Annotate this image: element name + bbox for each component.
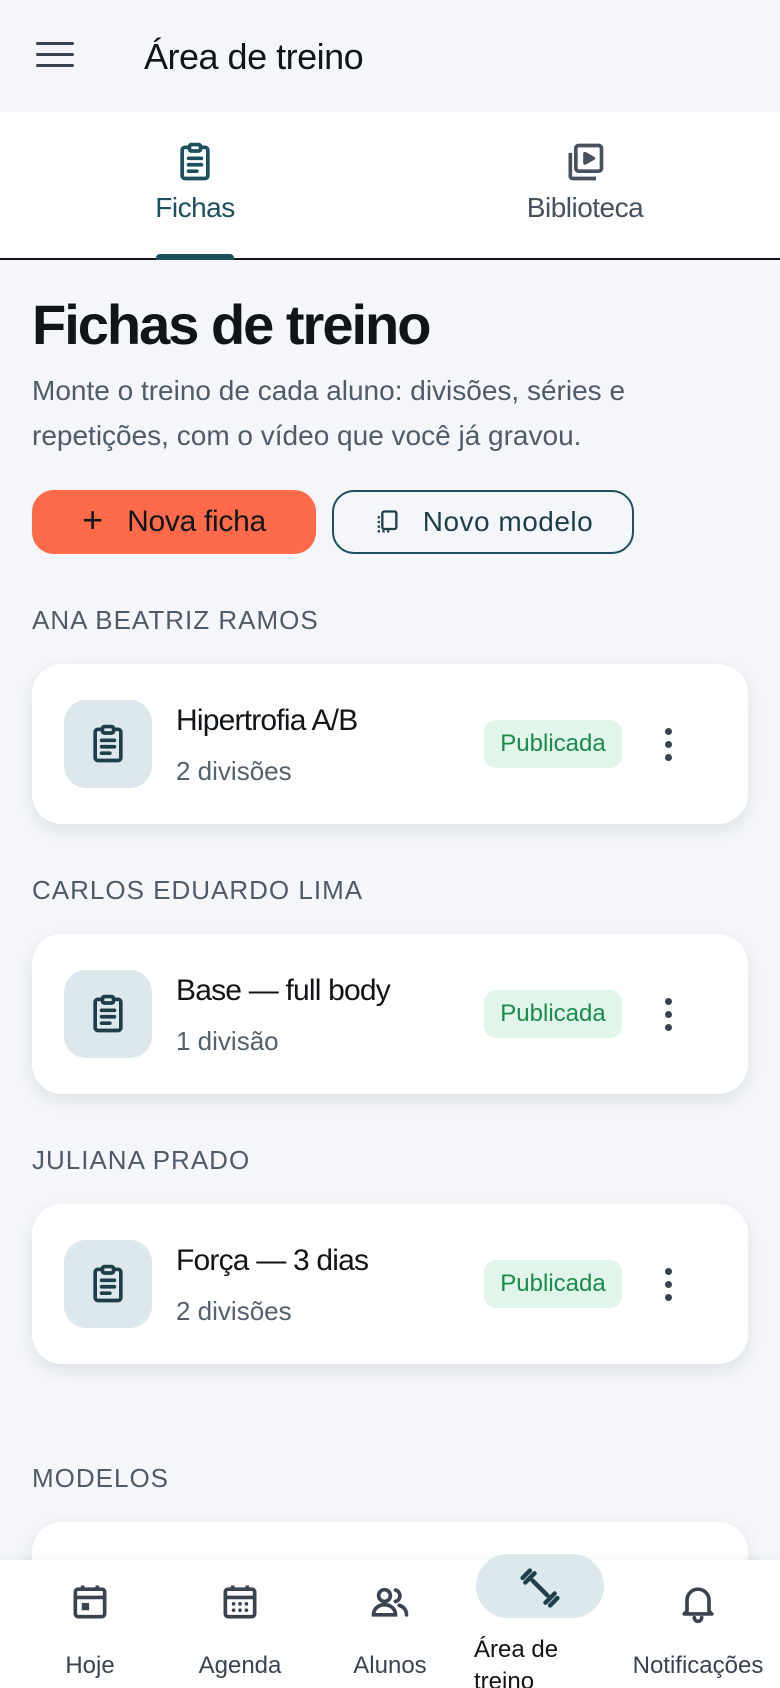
page-subtitle: Monte o treino de cada aluno: divisões, … — [32, 375, 626, 451]
tab-biblioteca[interactable]: Biblioteca — [390, 112, 780, 258]
nav-alunos[interactable]: Alunos — [320, 1560, 460, 1688]
sheet-title: Base — full body — [176, 974, 391, 1007]
sheet-card[interactable]: Base — full body 1 divisão Publicada — [32, 934, 748, 1094]
sheet-title: Hipertrofia A/B — [176, 704, 358, 737]
nav-area-de-treino[interactable]: Área de treino — [466, 1554, 614, 1688]
nav-label: Notificações — [632, 1652, 764, 1679]
nav-hoje[interactable]: Hoje — [20, 1560, 160, 1688]
page-title: Fichas de treino — [32, 293, 431, 356]
sheet-divisions: 2 divisões — [176, 756, 292, 786]
tab-indicator — [156, 254, 234, 260]
people-icon — [371, 1587, 409, 1617]
new-sheet-label: Nova ficha — [127, 505, 266, 538]
sheet-thumbnail — [64, 1240, 152, 1328]
nav-label: Agenda — [198, 1652, 282, 1679]
student-name: ANA BEATRIZ RAMOS — [32, 605, 319, 635]
clipboard-icon — [93, 1264, 123, 1303]
app-bar: Área de treino — [0, 0, 780, 112]
nav-label: Área de treino — [474, 1636, 559, 1688]
tab-bar: Fichas Biblioteca — [0, 112, 780, 260]
new-template-button[interactable]: Novo modelo — [332, 490, 634, 554]
app-bar-title: Área de treino — [144, 36, 364, 77]
bottom-navigation: Hoje Agenda Alunos Área de treino Notifi… — [0, 1554, 780, 1688]
nav-agenda[interactable]: Agenda — [170, 1560, 310, 1688]
student-name: JULIANA PRADO — [32, 1145, 251, 1175]
status-badge: Publicada — [484, 990, 622, 1038]
dumbbell-icon — [520, 1568, 560, 1608]
calendar-today-icon — [73, 1585, 107, 1619]
sheet-card[interactable]: Hipertrofia A/B 2 divisões Publicada — [32, 664, 748, 824]
models-section-label: MODELOS — [32, 1463, 170, 1493]
plus-icon: + — [82, 499, 104, 540]
bell-icon — [682, 1587, 714, 1624]
sheet-card[interactable]: Força — 3 dias 2 divisões Publicada — [32, 1204, 748, 1364]
clipboard-icon — [180, 142, 210, 181]
menu-icon[interactable] — [36, 42, 76, 70]
video-library-icon — [568, 143, 604, 181]
student-name: CARLOS EDUARDO LIMA — [32, 875, 364, 905]
nav-notificacoes[interactable]: Notificações — [620, 1560, 776, 1688]
sheet-title: Força — 3 dias — [176, 1244, 369, 1277]
tab-label: Fichas — [155, 192, 235, 223]
calendar-icon — [223, 1585, 257, 1619]
more-vert-icon[interactable] — [644, 990, 692, 1038]
tab-fichas[interactable]: Fichas — [0, 112, 390, 258]
tab-label: Biblioteca — [526, 192, 644, 223]
sheet-thumbnail — [64, 700, 152, 788]
more-vert-icon[interactable] — [644, 1260, 692, 1308]
status-badge: Publicada — [484, 720, 622, 768]
clipboard-icon — [93, 994, 123, 1033]
new-sheet-button[interactable]: + Nova ficha — [32, 490, 316, 554]
nav-label: Alunos — [353, 1652, 427, 1679]
more-vert-icon[interactable] — [644, 720, 692, 768]
sheet-thumbnail — [64, 970, 152, 1058]
sheet-divisions: 1 divisão — [176, 1026, 279, 1056]
sheet-divisions: 2 divisões — [176, 1296, 292, 1326]
clipboard-icon — [93, 724, 123, 763]
status-badge: Publicada — [484, 1260, 622, 1308]
nav-label: Hoje — [65, 1652, 115, 1679]
copy-template-icon — [377, 510, 398, 533]
new-template-label: Novo modelo — [422, 506, 594, 537]
